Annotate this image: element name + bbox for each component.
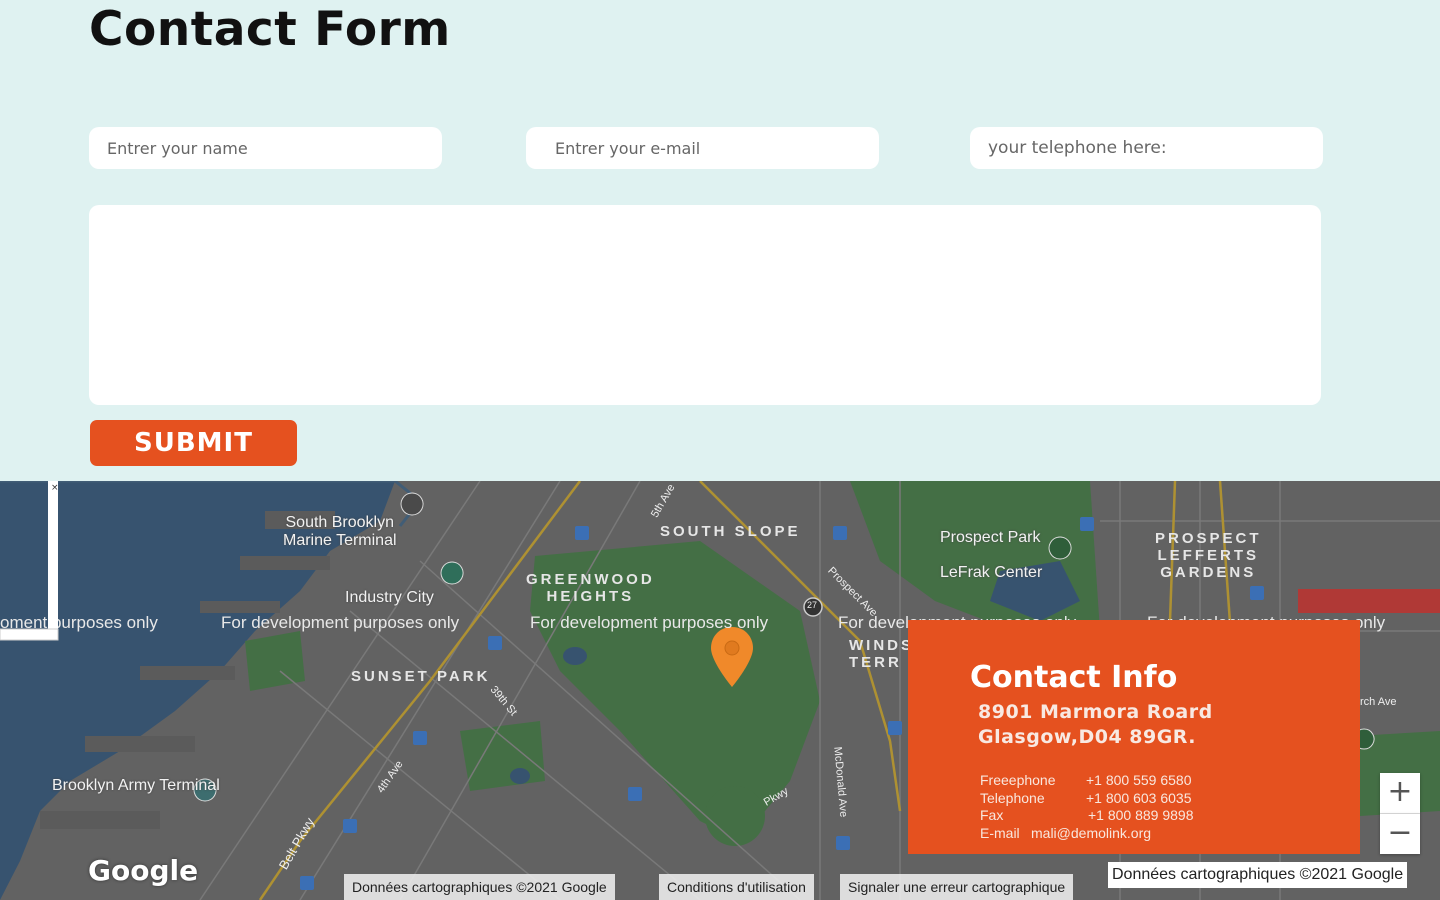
- contact-row-label: Telephone: [980, 790, 1045, 806]
- map-data-attribution-right: Données cartographiques ©2021 Google: [1108, 862, 1408, 888]
- svg-text:×: ×: [51, 483, 59, 493]
- report-error-link[interactable]: Signaler une erreur cartographique: [840, 874, 1074, 900]
- info-window-scrollbar[interactable]: ×: [0, 481, 60, 641]
- contact-row-label: Freeephone: [980, 772, 1056, 788]
- page-title: Contact Form: [89, 2, 451, 57]
- contact-info-panel: Contact Info 8901 Marmora Roard Glasgow,…: [908, 620, 1360, 854]
- contact-row-fax: Fax +1 800 889 9898: [980, 807, 1194, 823]
- contact-row-label: Fax: [980, 807, 1004, 823]
- map-label-prospect-park: Prospect Park: [940, 529, 1041, 546]
- message-textarea[interactable]: [89, 205, 1321, 405]
- street-label-church-ave: rch Ave: [1360, 696, 1397, 708]
- zoom-out-button[interactable]: −: [1380, 814, 1420, 854]
- email-input[interactable]: [526, 127, 879, 169]
- telephone-input[interactable]: [970, 127, 1323, 169]
- contact-row-freephone: Freeephone +1 800 559 6580: [980, 772, 1192, 788]
- dev-watermark: For development purposes only: [530, 613, 769, 632]
- contact-row-value: +1 800 559 6580: [1086, 772, 1192, 788]
- map-label-greenwood-heights: GREENWOOD HEIGHTS: [526, 571, 655, 605]
- submit-button[interactable]: SUBMIT: [90, 420, 297, 466]
- email-link[interactable]: mali@demolink.org: [1031, 825, 1151, 841]
- map-label-brooklyn-army-terminal: Brooklyn Army Terminal: [52, 777, 220, 794]
- name-input[interactable]: [89, 127, 442, 169]
- contact-row-email: E-mail mali@demolink.org: [980, 825, 1151, 841]
- zoom-in-button[interactable]: +: [1380, 773, 1420, 814]
- map-label-prospect-lefferts: PROSPECT LEFFERTS GARDENS: [1155, 530, 1262, 581]
- map-label-windsor-terrace: WINDS TERR: [849, 637, 914, 671]
- map-label-sunset-park: SUNSET PARK: [351, 668, 491, 685]
- map-data-attribution: Données cartographiques ©2021 Google: [344, 874, 615, 900]
- contact-row-value: +1 800 889 9898: [1088, 807, 1194, 823]
- address-line-1: 8901 Marmora Roard: [978, 701, 1213, 723]
- terms-link[interactable]: Conditions d'utilisation: [659, 874, 814, 900]
- address-line-2: Glasgow,D04 89GR.: [978, 726, 1197, 748]
- contact-row-label: E-mail: [980, 825, 1020, 841]
- contact-info-title: Contact Info: [970, 660, 1178, 695]
- map-label-industry-city: Industry City: [345, 589, 434, 606]
- map-label-lefrak-center: LeFrak Center: [940, 564, 1043, 581]
- contact-form-section: Contact Form SUBMIT: [0, 0, 1440, 481]
- contact-row-value: +1 800 603 6035: [1086, 790, 1192, 806]
- google-logo: Google: [88, 854, 199, 887]
- route-shield-label: 27: [807, 600, 818, 610]
- map-label-south-brooklyn: South Brooklyn Marine Terminal: [283, 514, 397, 549]
- dev-watermark: For development purposes only: [221, 613, 460, 632]
- map-label-south-slope: SOUTH SLOPE: [660, 523, 801, 540]
- contact-row-telephone: Telephone +1 800 603 6035: [980, 790, 1192, 806]
